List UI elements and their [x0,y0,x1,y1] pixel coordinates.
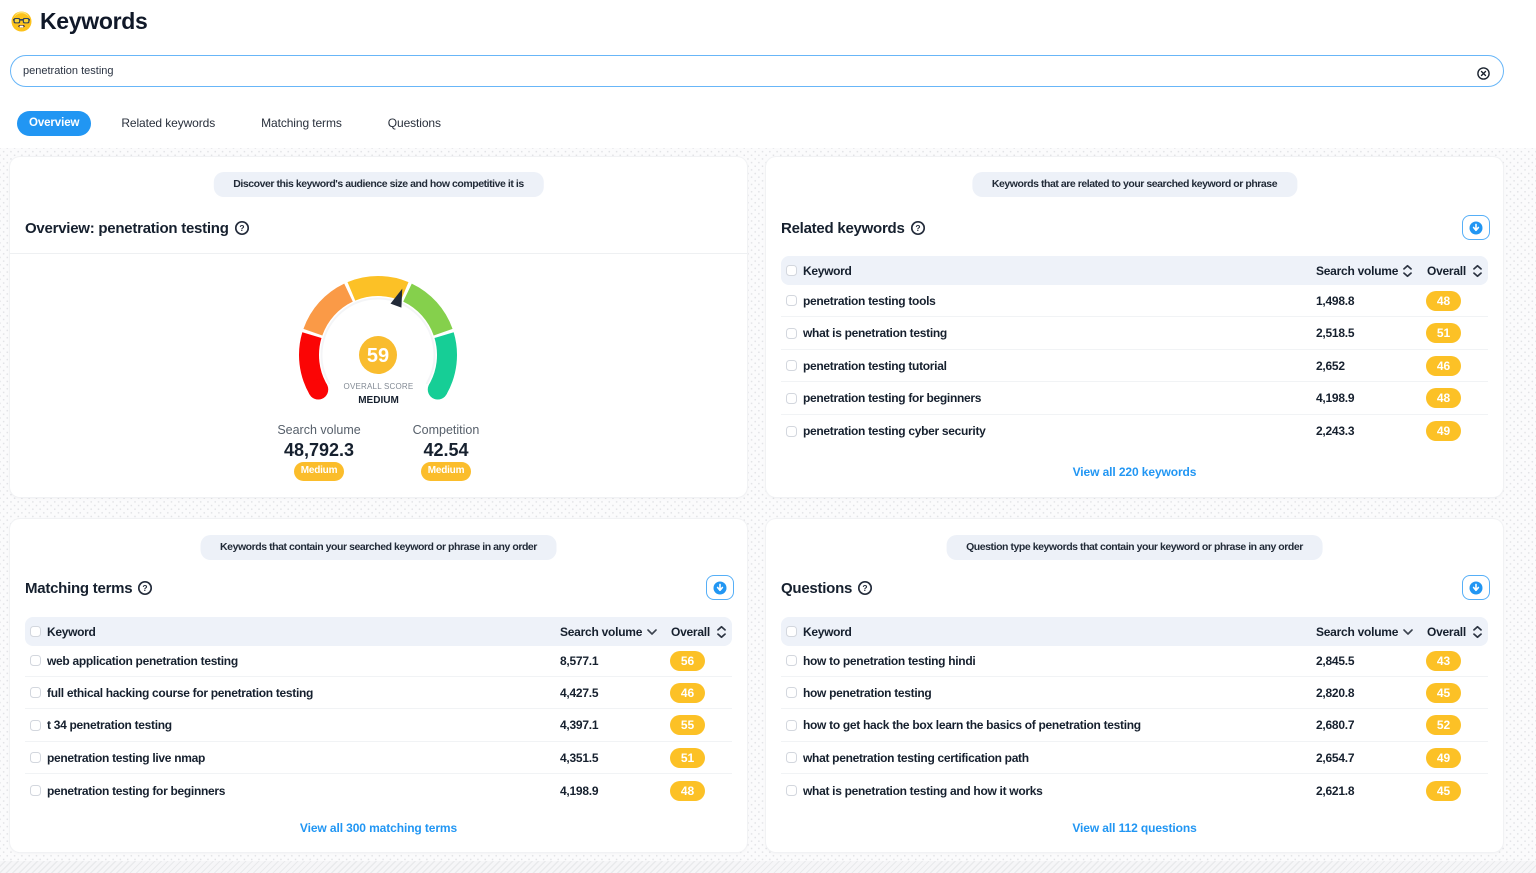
svg-text:?: ? [143,583,148,593]
svg-text:?: ? [239,223,244,233]
svg-text:?: ? [915,223,920,233]
svg-text:59: 59 [367,345,389,367]
svg-text:?: ? [863,583,868,593]
